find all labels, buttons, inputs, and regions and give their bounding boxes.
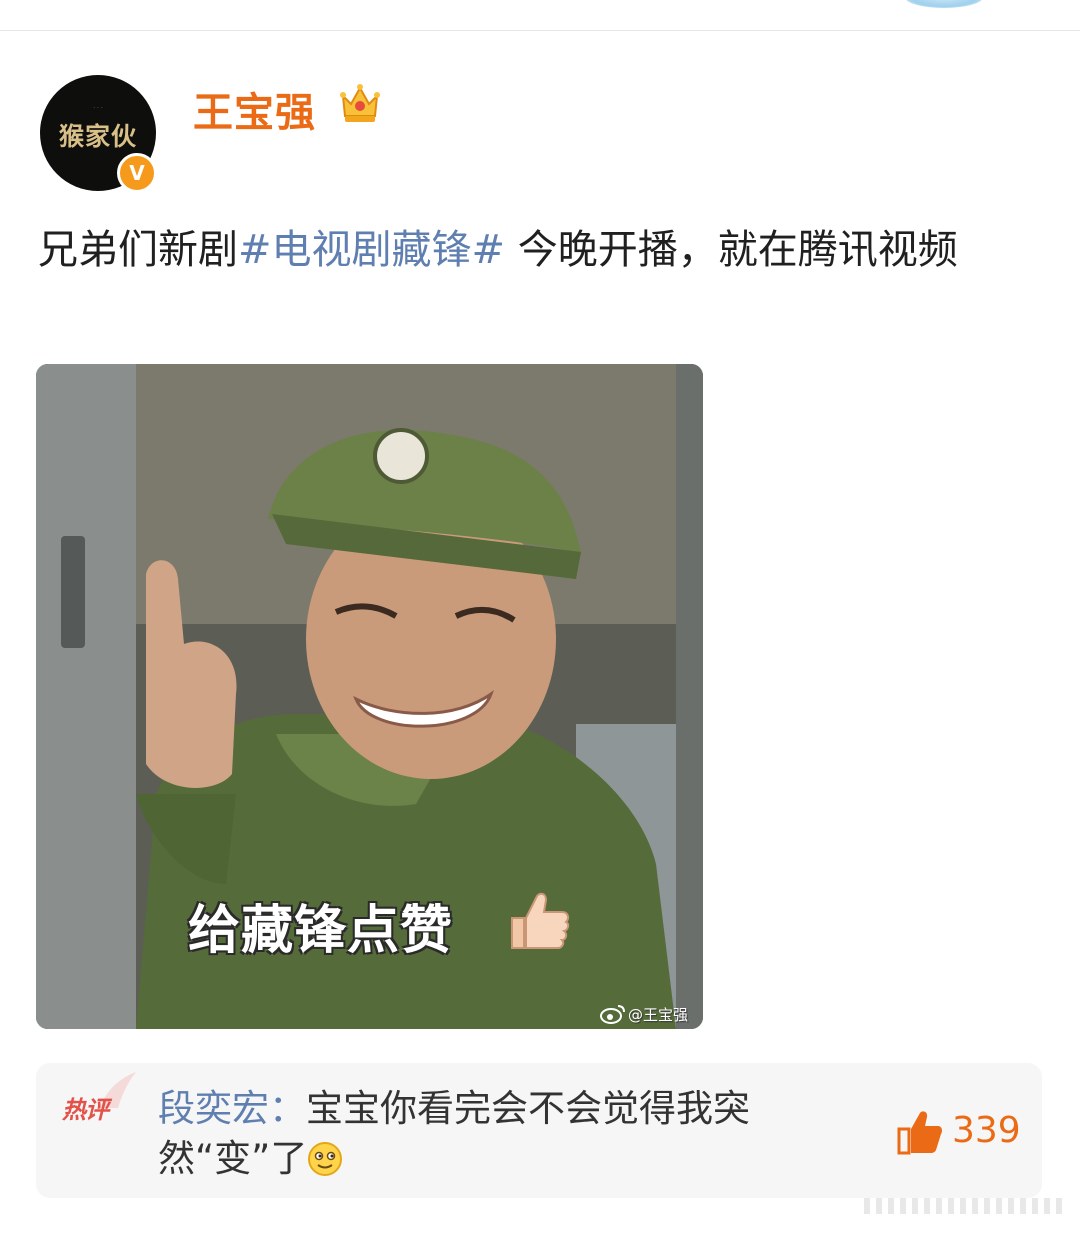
like-count: 339 [952, 1110, 1021, 1151]
scroll-indicator [864, 1198, 1062, 1214]
comment-separator: ： [269, 1087, 306, 1130]
smiley-emoji-icon [308, 1142, 343, 1176]
post-text-rest: 今晚开播，就在腾讯视频 [505, 227, 958, 273]
post-text: 兄弟们新剧#电视剧藏锋# 今晚开播，就在腾讯视频 [38, 222, 1048, 279]
top-bar [0, 0, 1080, 31]
weibo-icon [600, 1005, 625, 1024]
topic-link[interactable]: #电视剧藏锋# [238, 227, 505, 273]
avatar-logo-text: 猴家伙 [58, 122, 137, 151]
comment-body: 段奕宏：宝宝你看完会不会觉得我突然“变”了 [158, 1084, 858, 1184]
thumbs-up-emoji-icon [511, 892, 570, 949]
hot-comment-badge: 热评 [62, 1096, 109, 1124]
crown-icon [340, 84, 380, 122]
verified-icon: V [117, 153, 157, 193]
avatar-subtext: · · · [93, 105, 103, 112]
image-caption: 给藏锋点赞 [188, 901, 454, 961]
image-watermark: @王宝强 [628, 1006, 689, 1024]
decoration-icon [905, 0, 983, 8]
author-name[interactable]: 王宝强 [193, 80, 316, 138]
post-text-lead: 兄弟们新剧 [38, 227, 238, 273]
comment-author[interactable]: 段奕宏 [158, 1087, 269, 1130]
like-icon[interactable] [896, 1109, 944, 1155]
